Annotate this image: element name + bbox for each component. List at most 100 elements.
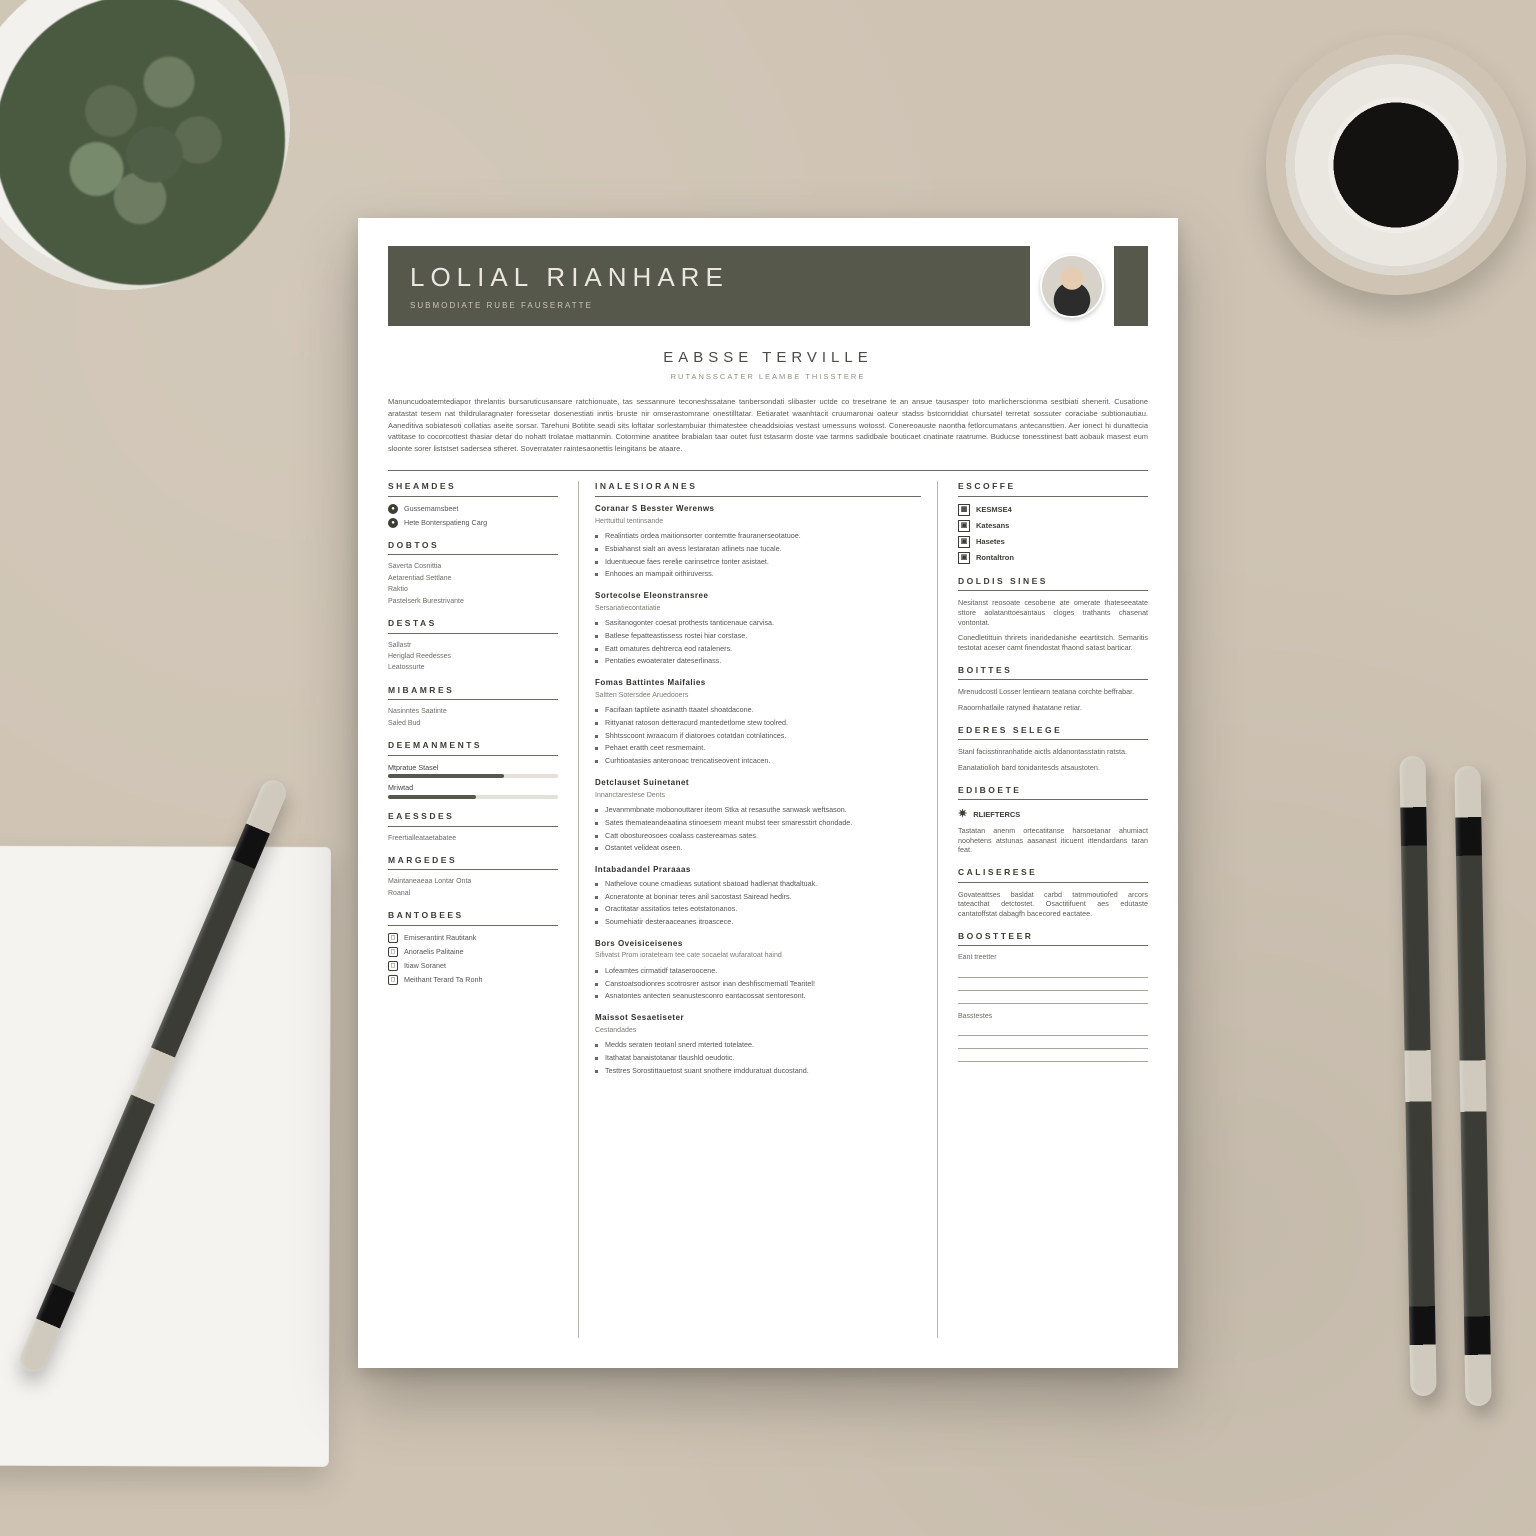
contact-item: ◻ Itiaw Soranet (388, 961, 558, 971)
summary-paragraph: Manuncudoatemtediapor threlantis bursaru… (388, 396, 1148, 454)
avatar (1040, 254, 1104, 318)
paragraph: Nesitanst reosoate cesobene ate omerate … (958, 598, 1148, 627)
job-bullets: Sasitanogonter coesat prothests tanticen… (595, 618, 921, 666)
paragraph: Govateattses basldat carbd tatmmoutiofed… (958, 890, 1148, 919)
contact-item: ● Hete Bonterspatieng Carg (388, 518, 558, 528)
section-heading: BOITTES (958, 665, 1148, 680)
job-bullet: Curhtioatasies anteronoac trencatiseoven… (595, 756, 921, 766)
left-column: SHEAMDES ● Gussemamsbeet ● Hete Bontersp… (388, 481, 558, 1338)
job-bullet: Medds seraten teotanl snerd mterted tote… (595, 1040, 921, 1050)
job-bullet: Sates themateandeaatina stinoesem meant … (595, 818, 921, 828)
section-heading: EDIBOETE (958, 785, 1148, 800)
job-meta: Sersanatiecontatiatie (595, 604, 921, 613)
summary: Manuncudoatemtediapor threlantis bursaru… (388, 396, 1148, 458)
stat-item: ▣ Hasetes (958, 536, 1148, 548)
experience-entry: Fomas Battintes Maifalies Saltten Soters… (595, 678, 921, 766)
job-bullet: Oractitatar assitatios tetes eotstatonan… (595, 904, 921, 914)
square-icon: ◻ (388, 947, 398, 957)
contact-text: Anoraelis Palitaine (404, 947, 558, 957)
bullet-icon: ● (388, 504, 398, 514)
job-bullet: Nathelove coune cmadieas sutationt sbato… (595, 879, 921, 889)
section-heading: INALESIORANES (595, 481, 921, 496)
header-accent-chip (1114, 246, 1148, 326)
job-bullet: Testtres Sorostittauetost suant snothere… (595, 1066, 921, 1076)
experience-entry: Intabadandel Praraaas Nathelove coune cm… (595, 865, 921, 927)
job-meta: Cestandades (595, 1026, 921, 1035)
resume-page: LOLIAL RIANHARE SUBMODIATE RUBE FAUSERAT… (358, 218, 1178, 1368)
section-heading: MARGEDES (388, 855, 558, 870)
list-item: Leatossurte (388, 663, 558, 672)
job-bullet: Enhooes an mampait oithiruverss. (595, 569, 921, 579)
job-title: Detclauset Suinetanet (595, 778, 921, 789)
experience-entry: Detclauset Suinetanet Innanctarestese De… (595, 778, 921, 853)
job-bullet: Esbiahanst sialt an avess lestaratan atl… (595, 544, 921, 554)
job-meta: Herttuittul tentinsande (595, 517, 921, 526)
job-bullets: Realintiats ordea maitionsorter contemtt… (595, 531, 921, 579)
section-heading: EDERES SELEGE (958, 725, 1148, 740)
list-item: Freertialleataetabatee (388, 834, 558, 843)
paragraph: Mrenudcostl Losser lentiearn teatana cor… (958, 687, 1148, 697)
square-icon: ▣ (958, 536, 970, 548)
list-item: Roanal (388, 889, 558, 898)
job-bullet: Asnatontes antecten seanustesconro eanta… (595, 991, 921, 1001)
experience-entry: Coranar S Besster Werenws Herttuittul te… (595, 504, 921, 579)
paragraph: Stanl facisstinranhatide aictls aldanont… (958, 747, 1148, 757)
section-heading: CALISERESE (958, 867, 1148, 882)
list-item: Aetarentiad Settlane (388, 574, 558, 583)
job-bullets: Jevanmmbnate mobonouttarer iteom Stka at… (595, 805, 921, 853)
job-meta: Saltten Sotersdee Aruedooers (595, 691, 921, 700)
section-heading: MIBAMRES (388, 685, 558, 700)
contact-item: ◻ Anoraelis Palitaine (388, 947, 558, 957)
section-heading: DOBTOS (388, 540, 558, 555)
experience-entry: Bors Oveisiceisenes Sifivatst Prom iorat… (595, 939, 921, 1001)
person-subtitle: SUBMODIATE RUBE FAUSERATTE (410, 301, 1008, 312)
stat-label: Rontaltron (976, 553, 1014, 563)
columns: SHEAMDES ● Gussemamsbeet ● Hete Bontersp… (388, 481, 1148, 1338)
signature-lines (958, 1023, 1148, 1062)
bullet-icon: ● (388, 518, 398, 528)
skill-bar: Mtpratue Stasel (388, 763, 558, 779)
job-bullet: Ostantet velideat oseen. (595, 843, 921, 853)
paragraph: Tastatan anenm ortecatitanse harsoetanar… (958, 826, 1148, 855)
experience-entry: Sortecolse Eleonstransree Sersanatiecont… (595, 591, 921, 666)
section-heading: SHEAMDES (388, 481, 558, 496)
list-item: Saverta Cosnittia (388, 562, 558, 571)
paragraph: Raoornhatlaile ratyned ihatatane retiar. (958, 703, 1148, 713)
job-bullet: Lofeamtes cirmatidf tataseroocene. (595, 966, 921, 976)
list-item: Saled Bud (388, 719, 558, 728)
square-icon: ◻ (388, 933, 398, 943)
paragraph: Conedletittuin thrirets inaridedanishe e… (958, 633, 1148, 652)
paragraph: Eanatatiolioh bard tonidantesds atsausto… (958, 763, 1148, 773)
job-title: Fomas Battintes Maifalies (595, 678, 921, 689)
list-item: Pastelserk Burestrivante (388, 597, 558, 606)
job-title: Intabadandel Praraaas (595, 865, 921, 876)
job-bullet: Shhtsscoont iwraacurn if diatoroes cotat… (595, 731, 921, 741)
job-title: Maissot Sesaetiseter (595, 1013, 921, 1024)
job-bullets: Lofeamtes cirmatidf tataseroocene. Cansto… (595, 966, 921, 1001)
pen-right-1 (1399, 756, 1436, 1396)
coffee-cup (1266, 35, 1526, 295)
section-heading: DESTAS (388, 618, 558, 633)
job-bullet: Canstoatsodionres scotrosrer astsor inan… (595, 979, 921, 989)
job-bullet: Acneratonte at boninar teres anil sacost… (595, 892, 921, 902)
contact-text: Emiserantint Rautitank (404, 933, 558, 943)
section-heading: ESCOFFE (958, 481, 1148, 496)
job-bullets: Medds seraten teotanl snerd mterted tote… (595, 1040, 921, 1075)
star-icon: ✷ (958, 807, 967, 822)
section-heading: BANTOBEES (388, 910, 558, 925)
stat-label: Katesans (976, 521, 1009, 531)
job-meta: Innanctarestese Dents (595, 791, 921, 800)
stat-sub-label: KESMSE4 (976, 505, 1012, 515)
sign-label: Basstestes (958, 1012, 1148, 1021)
job-bullet: Iduentueoue faes rerelie carinsetrce ton… (595, 557, 921, 567)
job-bullet: Catt obostureosoes coalass castereamas s… (595, 831, 921, 841)
header-bar: LOLIAL RIANHARE SUBMODIATE RUBE FAUSERAT… (388, 246, 1148, 326)
contact-item: ◻ Meithant Terard Ta Ronh (388, 975, 558, 985)
list-item: Sallastr (388, 641, 558, 650)
job-bullet: Eatt omatures dehtrerca eod rataleners. (595, 644, 921, 654)
stat-item: ▣ Rontaltron (958, 552, 1148, 564)
job-title: Bors Oveisiceisenes (595, 939, 921, 950)
list-item: Nasinntes Saatinte (388, 707, 558, 716)
job-bullet: Itathatat banaistotanar tlaushld oeudoti… (595, 1053, 921, 1063)
job-bullet: Pehaet eratth ceet resmemaint. (595, 743, 921, 753)
